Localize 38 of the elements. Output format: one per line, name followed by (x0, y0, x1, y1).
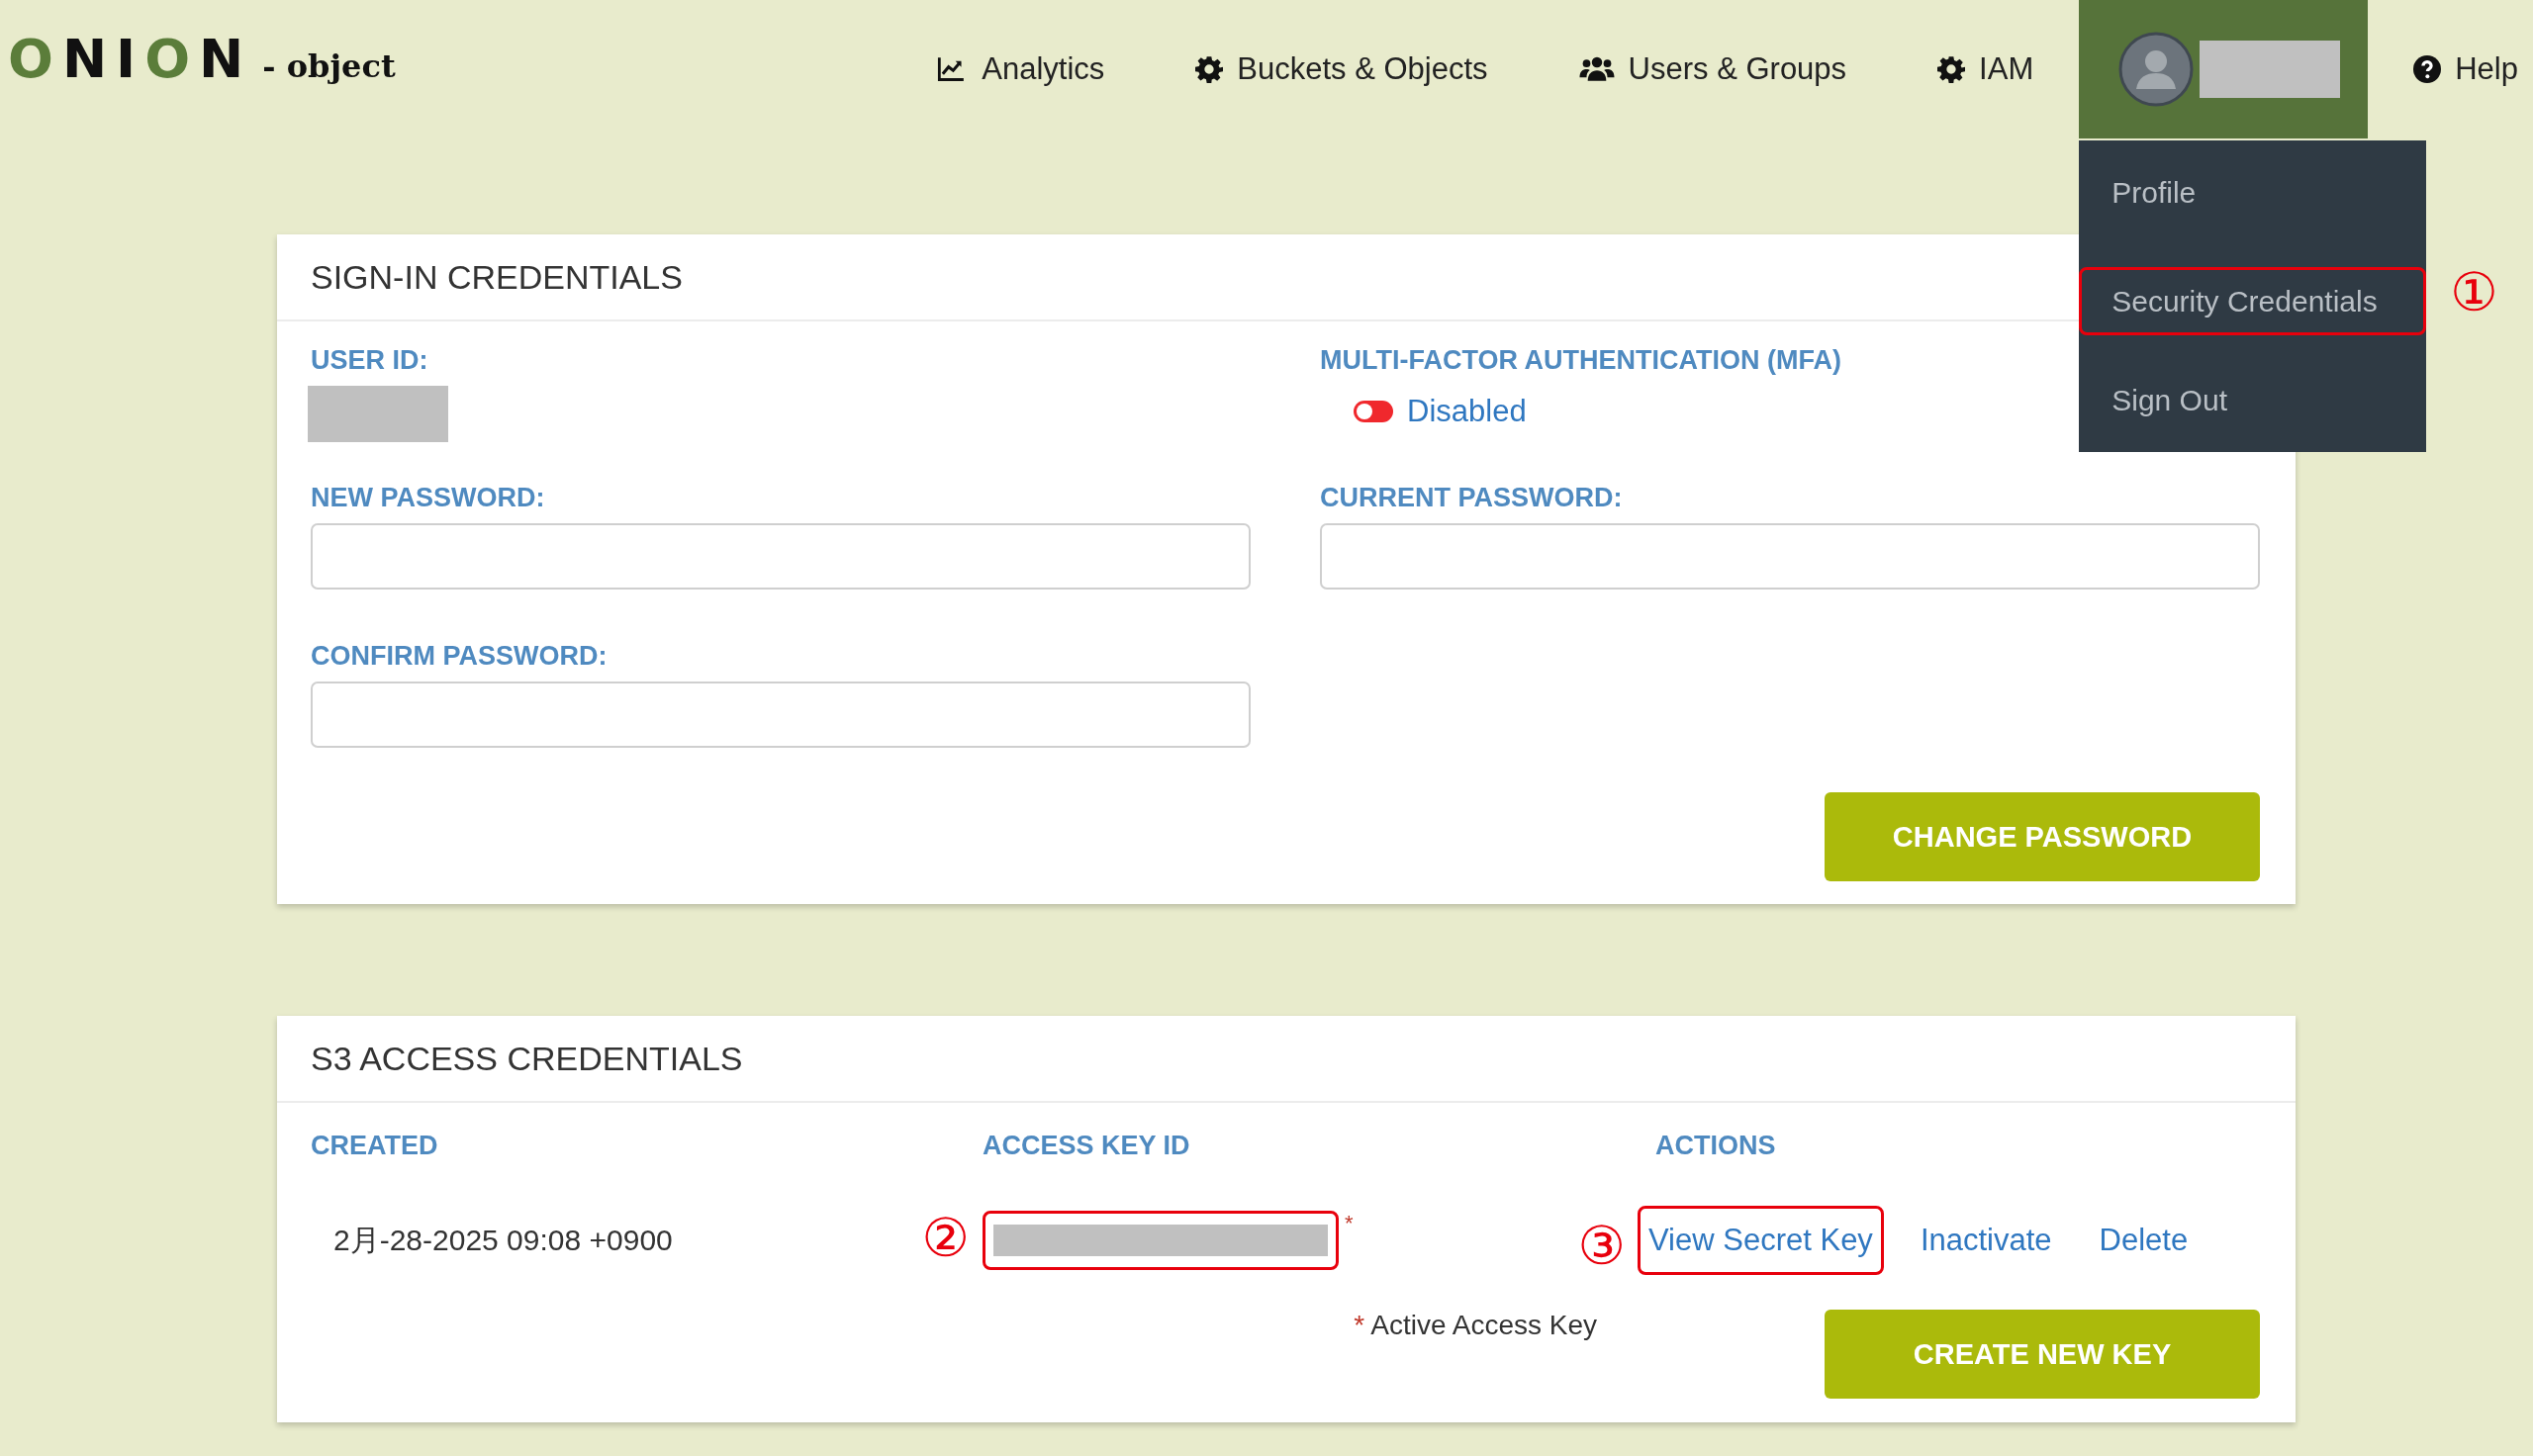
toggle-switch[interactable] (1354, 401, 1393, 422)
table-cell-text: 2月-28-2025 09:08 +0900 (333, 1222, 673, 1258)
field-label: CONFIRM PASSWORD: (311, 641, 609, 672)
step-number: ② (921, 1212, 970, 1265)
nav-item[interactable]: Analytics (934, 0, 1151, 138)
nav-item[interactable]: Buckets & Objects (1150, 0, 1534, 138)
password-field[interactable] (1320, 523, 2260, 590)
avatar-icon (2118, 32, 2195, 107)
menu-item[interactable]: Profile (2079, 140, 2427, 244)
field-label: NEW PASSWORD: (311, 483, 546, 513)
footnote: * Active Access Key (1354, 1310, 1597, 1341)
action-link[interactable]: View Secret Key (1638, 1206, 1884, 1275)
card-title: S3 ACCESS CREDENTIALS (311, 1039, 743, 1078)
step-number: ③ (1577, 1220, 1626, 1273)
column-header: ACTIONS (1655, 1131, 1777, 1161)
status-link[interactable]: Disabled (1407, 394, 1527, 429)
password-field[interactable] (311, 682, 1251, 748)
logo[interactable]: O N I O N - object (8, 28, 396, 90)
help-icon (2413, 55, 2442, 83)
nav-item[interactable]: Users & Groups (1533, 0, 1893, 138)
column-header: ACCESS KEY ID (983, 1131, 1191, 1161)
field-label: MULTI-FACTOR AUTHENTICATION (MFA) (1320, 345, 1842, 376)
nav-item[interactable]: IAM (1892, 0, 2080, 138)
menu-item[interactable]: Security Credentials (2079, 267, 2427, 335)
card-title: SIGN-IN CREDENTIALS (311, 257, 683, 297)
column-header: CREATED (311, 1131, 439, 1161)
password-field[interactable] (311, 523, 1251, 590)
menu-item[interactable]: Sign Out (2079, 348, 2427, 452)
users-icon (1578, 55, 1615, 83)
step-number: ① (2450, 266, 2498, 319)
action-link[interactable]: Inactivate (1909, 1206, 2063, 1275)
active-mark: * (1345, 1211, 1354, 1236)
gear-icon (1195, 55, 1224, 83)
action-link[interactable]: Delete (2088, 1206, 2200, 1275)
help-link[interactable]: Help (2368, 0, 2533, 138)
field-label: USER ID: (311, 345, 429, 376)
gear-icon (1937, 55, 1966, 83)
field-label: CURRENT PASSWORD: (1320, 483, 1624, 513)
